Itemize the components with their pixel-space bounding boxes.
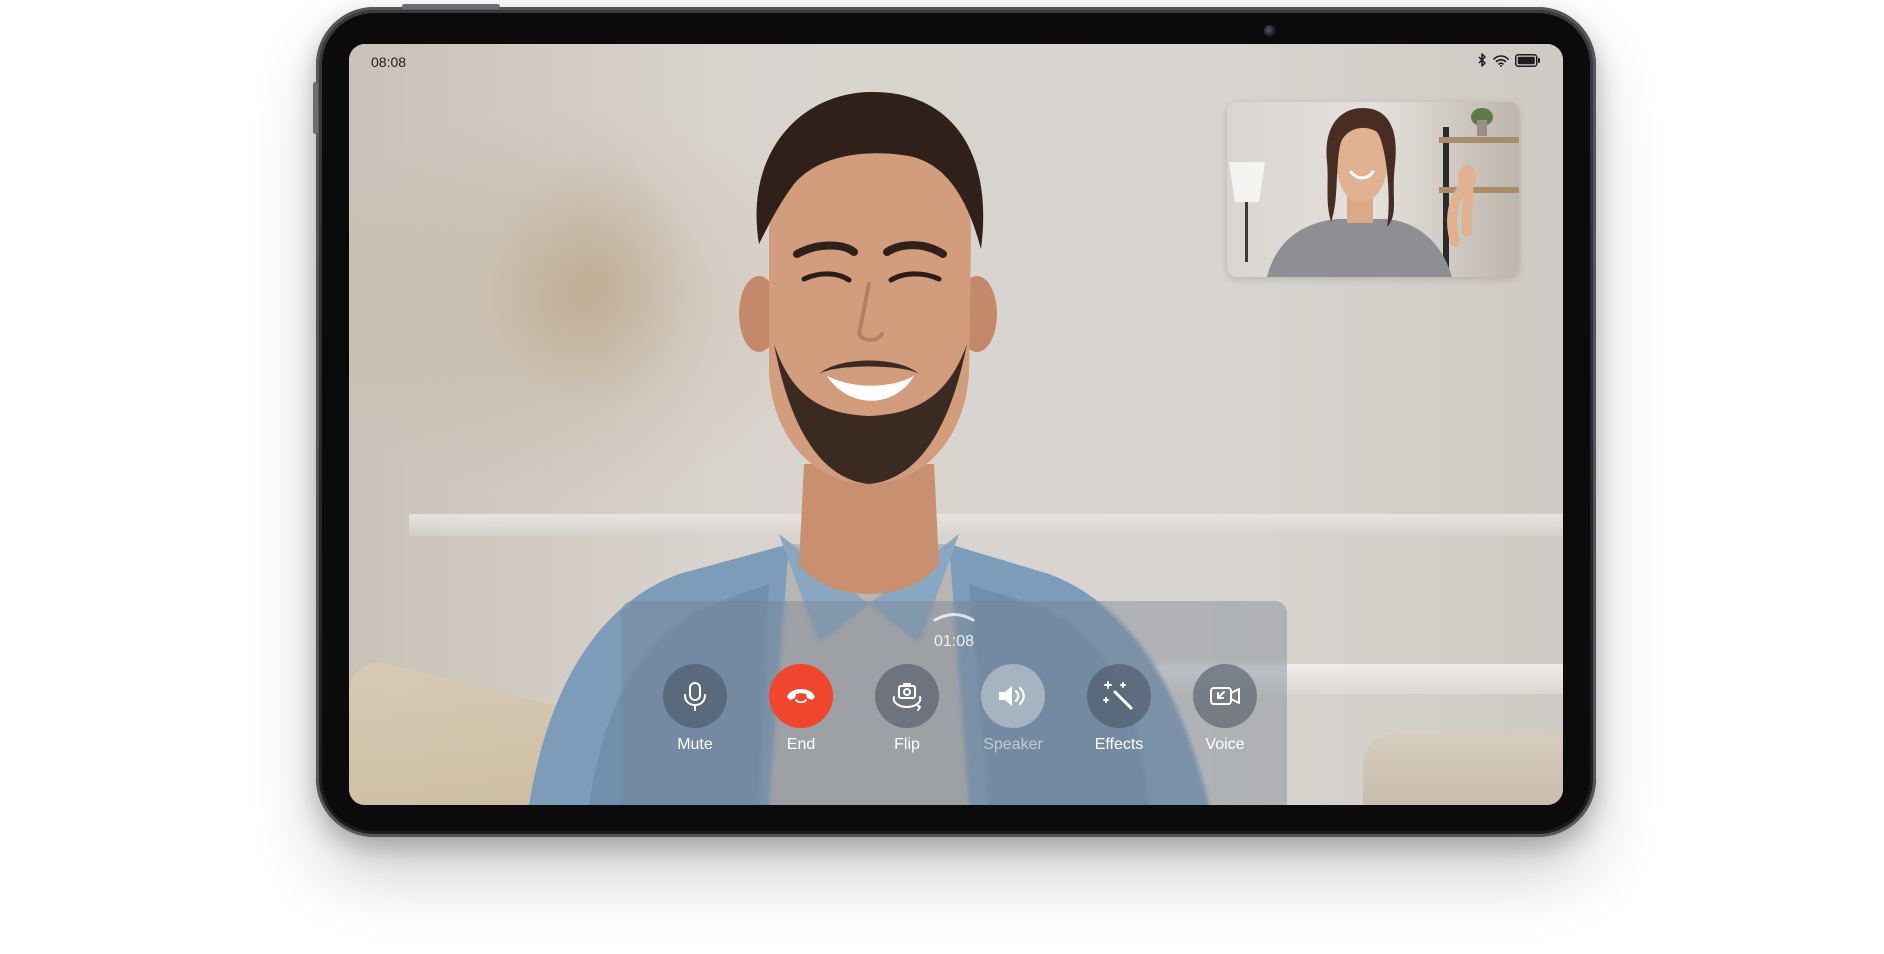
speaker-icon xyxy=(999,686,1025,706)
switch-to-voice-button[interactable]: Voice xyxy=(1180,664,1270,754)
mute-button[interactable]: Mute xyxy=(650,664,740,754)
mute-label: Mute xyxy=(677,736,713,753)
flip-label: Flip xyxy=(894,736,920,753)
hang-up-icon xyxy=(787,689,815,704)
call-buttons: Mute End Flip Speaker Effects Voice xyxy=(650,664,1270,754)
microphone-icon xyxy=(684,682,706,711)
flip-camera-icon xyxy=(892,683,922,711)
status-icons xyxy=(1477,53,1541,67)
power-button xyxy=(313,82,318,134)
mute-button-circle[interactable] xyxy=(663,664,727,728)
speaker-label: Speaker xyxy=(983,736,1043,753)
self-view-video[interactable] xyxy=(1227,102,1519,277)
expand-handle-icon[interactable] xyxy=(932,609,976,623)
magic-wand-icon xyxy=(1103,681,1133,710)
switch-to-voice-icon xyxy=(1210,687,1240,705)
self-view-participant xyxy=(1229,108,1519,277)
voice-button-circle[interactable] xyxy=(1193,664,1257,728)
front-camera xyxy=(1264,25,1276,37)
effects-label: Effects xyxy=(1094,736,1144,753)
call-duration: 01:08 xyxy=(933,633,975,650)
status-time: 08:08 xyxy=(371,54,407,70)
voice-label: Voice xyxy=(1205,736,1245,753)
call-controls-panel: 01:08 Mute End Flip Speaker Effects Voic… xyxy=(621,601,1287,805)
effects-button-circle[interactable] xyxy=(1087,664,1151,728)
product-render: 08:08 01:08 Mute End Flip Speaker Effect… xyxy=(0,0,1884,954)
volume-button xyxy=(402,4,500,9)
end-call-button[interactable]: End xyxy=(756,664,846,754)
speaker-button-circle[interactable] xyxy=(981,664,1045,728)
end-label: End xyxy=(786,736,816,753)
video-call-screen: 08:08 01:08 Mute End Flip Speaker Effect… xyxy=(349,44,1563,805)
end-button-circle[interactable] xyxy=(769,664,833,728)
flip-camera-button[interactable]: Flip xyxy=(862,664,952,754)
bluetooth-icon xyxy=(1478,53,1486,67)
effects-button[interactable]: Effects xyxy=(1074,664,1164,754)
speaker-button[interactable]: Speaker xyxy=(968,664,1058,754)
wifi-icon xyxy=(1493,54,1509,67)
battery-icon xyxy=(1515,53,1540,67)
flip-button-circle[interactable] xyxy=(875,664,939,728)
